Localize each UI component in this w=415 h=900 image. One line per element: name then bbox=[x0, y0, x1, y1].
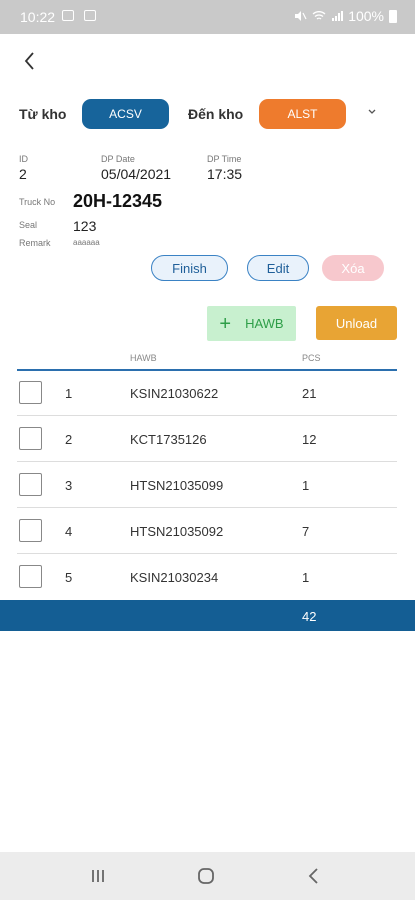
battery-percent: 100% bbox=[348, 8, 384, 24]
from-warehouse-label: Từ kho bbox=[19, 106, 67, 122]
row-hawb: HTSN21035099 bbox=[130, 478, 224, 493]
chevron-down-icon[interactable] bbox=[364, 104, 380, 120]
seal-label: Seal bbox=[19, 220, 38, 230]
row-checkbox[interactable] bbox=[19, 427, 42, 450]
status-right: 100% bbox=[293, 8, 397, 24]
to-warehouse-label: Đến kho bbox=[188, 106, 244, 122]
dp-time-value: 17:35 bbox=[207, 166, 243, 182]
delete-button[interactable]: Xóa bbox=[322, 255, 384, 281]
seal-value: 123 bbox=[73, 218, 97, 234]
chevron-left-icon[interactable] bbox=[16, 46, 46, 76]
row-number: 2 bbox=[65, 432, 73, 447]
row-number: 5 bbox=[65, 570, 73, 585]
plus-icon: + bbox=[219, 312, 232, 335]
edit-button[interactable]: Edit bbox=[247, 255, 309, 281]
home-icon[interactable] bbox=[194, 865, 218, 887]
row-checkbox[interactable] bbox=[19, 519, 42, 542]
table-row[interactable]: 3 HTSN21035099 1 bbox=[0, 461, 415, 507]
status-time: 10:22 bbox=[20, 9, 56, 25]
row-pcs: 12 bbox=[302, 432, 317, 447]
dp-date-value: 05/04/2021 bbox=[101, 166, 172, 182]
app-notification-icon bbox=[84, 10, 96, 21]
row-pcs: 7 bbox=[302, 524, 310, 539]
add-hawb-button[interactable]: + HAWB bbox=[207, 306, 296, 341]
row-pcs: 1 bbox=[302, 570, 310, 585]
table-row[interactable]: 4 HTSN21035092 7 bbox=[0, 507, 415, 553]
total-pcs: 42 bbox=[302, 609, 317, 624]
row-pcs: 1 bbox=[302, 478, 310, 493]
column-header-hawb: HAWB bbox=[130, 353, 157, 363]
id-value: 2 bbox=[19, 166, 27, 182]
row-number: 3 bbox=[65, 478, 73, 493]
row-checkbox[interactable] bbox=[19, 565, 42, 588]
back-icon[interactable] bbox=[302, 865, 326, 887]
youtube-notification-icon bbox=[62, 10, 74, 21]
row-hawb: HTSN21035092 bbox=[130, 524, 224, 539]
add-hawb-label: HAWB bbox=[245, 316, 284, 331]
recents-icon[interactable] bbox=[86, 865, 110, 887]
total-bar: 42 bbox=[0, 600, 415, 631]
finish-button[interactable]: Finish bbox=[151, 255, 228, 281]
status-bar: 10:22 100% bbox=[0, 0, 415, 34]
navigation-bar bbox=[0, 852, 415, 900]
dp-time-label: DP Time bbox=[207, 154, 242, 164]
row-number: 4 bbox=[65, 524, 73, 539]
truck-no-label: Truck No bbox=[19, 197, 56, 207]
table-row[interactable]: 1 KSIN21030622 21 bbox=[0, 369, 415, 415]
column-header-pcs: PCS bbox=[302, 353, 321, 363]
remark-label: Remark bbox=[19, 238, 51, 248]
row-hawb: KCT1735126 bbox=[130, 432, 207, 447]
wifi-icon bbox=[312, 11, 326, 20]
from-warehouse-select[interactable]: ACSV bbox=[82, 99, 169, 129]
dp-date-label: DP Date bbox=[101, 154, 135, 164]
id-label: ID bbox=[19, 154, 28, 164]
battery-icon bbox=[389, 9, 397, 23]
table-row[interactable]: 2 KCT1735126 12 bbox=[0, 415, 415, 461]
mute-icon bbox=[295, 11, 307, 21]
truck-no-value: 20H-12345 bbox=[73, 191, 163, 211]
row-number: 1 bbox=[65, 386, 73, 401]
row-pcs: 21 bbox=[302, 386, 317, 401]
row-hawb: KSIN21030234 bbox=[130, 570, 219, 585]
row-checkbox[interactable] bbox=[19, 381, 42, 404]
to-warehouse-select[interactable]: ALST bbox=[259, 99, 346, 129]
row-hawb: KSIN21030622 bbox=[130, 386, 219, 401]
unload-button[interactable]: Unload bbox=[316, 306, 397, 340]
row-checkbox[interactable] bbox=[19, 473, 42, 496]
table-row[interactable]: 5 KSIN21030234 1 bbox=[0, 553, 415, 599]
remark-value: aaaaaa bbox=[73, 238, 100, 247]
signal-icon bbox=[332, 11, 344, 21]
